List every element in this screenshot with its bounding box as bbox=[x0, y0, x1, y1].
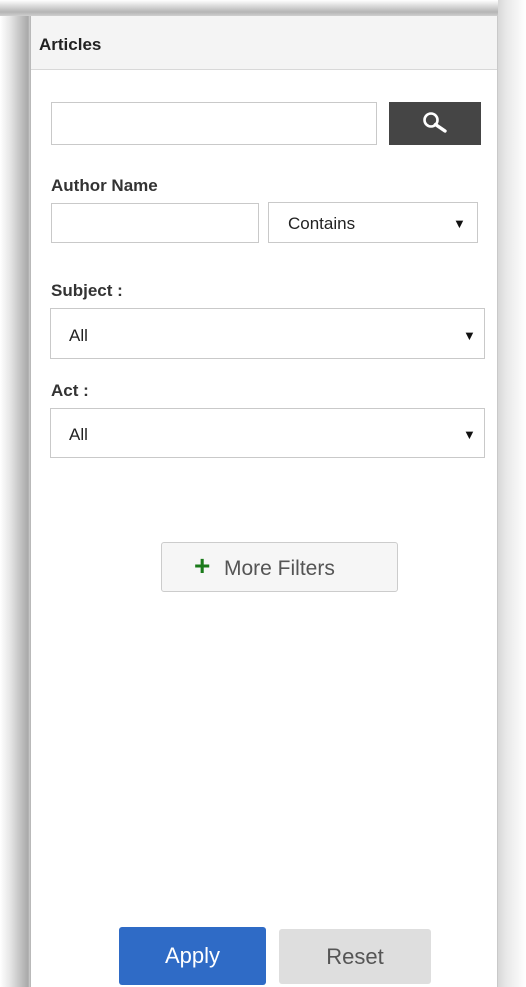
act-label: Act : bbox=[51, 381, 89, 400]
chevron-down-icon: ▼ bbox=[453, 216, 466, 231]
author-match-value: Contains bbox=[288, 214, 356, 233]
chevron-down-icon: ▼ bbox=[463, 427, 476, 442]
author-name-label: Author Name bbox=[51, 176, 158, 195]
subject-select[interactable]: All ▼ bbox=[50, 308, 485, 359]
act-value: All bbox=[69, 425, 88, 444]
more-filters-button[interactable]: + More Filters bbox=[161, 542, 398, 592]
filter-panel: Articles Author Name Contains ▼ Subject … bbox=[30, 16, 498, 987]
window-shadow-right bbox=[498, 0, 526, 987]
act-select[interactable]: All ▼ bbox=[50, 408, 485, 458]
search-button[interactable] bbox=[389, 102, 481, 145]
window-shadow-left bbox=[0, 0, 30, 987]
more-filters-label: More Filters bbox=[224, 557, 335, 580]
chevron-down-icon: ▼ bbox=[463, 328, 476, 343]
panel-header: Articles bbox=[31, 16, 497, 70]
panel-title: Articles bbox=[39, 35, 102, 54]
plus-icon: + bbox=[194, 550, 211, 581]
reset-button[interactable]: Reset bbox=[279, 929, 431, 984]
subject-label: Subject : bbox=[51, 281, 123, 300]
window-frame: Articles Author Name Contains ▼ Subject … bbox=[0, 0, 526, 987]
author-name-input[interactable] bbox=[51, 203, 259, 243]
search-input[interactable] bbox=[51, 102, 377, 145]
subject-value: All bbox=[69, 326, 88, 345]
apply-button[interactable]: Apply bbox=[119, 927, 266, 985]
window-shadow-top bbox=[0, 0, 526, 16]
author-match-select[interactable]: Contains ▼ bbox=[268, 202, 478, 243]
search-icon bbox=[423, 112, 447, 133]
